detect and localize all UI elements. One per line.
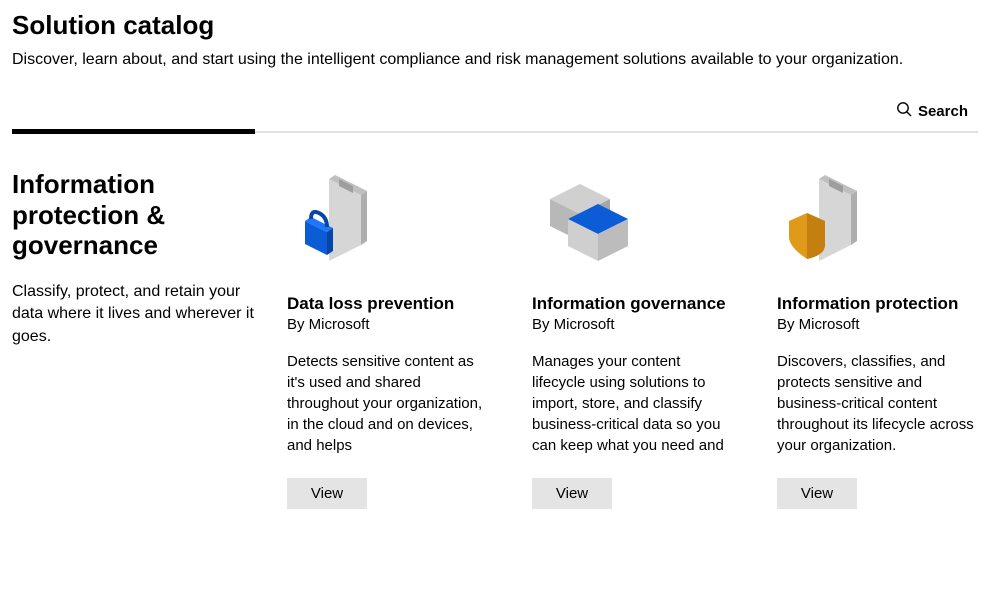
section-row: Information protection & governance Clas… — [12, 169, 978, 509]
section-intro: Information protection & governance Clas… — [12, 169, 257, 348]
section-divider — [12, 131, 978, 133]
toolbar: Search — [12, 97, 978, 131]
section-divider-active — [12, 129, 255, 134]
card-data-loss-prevention: Data loss prevention By Microsoft Detect… — [287, 169, 492, 509]
card-description: Detects sensitive content as it's used a… — [287, 351, 492, 456]
view-button[interactable]: View — [287, 478, 367, 509]
card-information-protection: Information protection By Microsoft Disc… — [777, 169, 982, 509]
card-title: Information governance — [532, 293, 737, 314]
page-subtitle: Discover, learn about, and start using t… — [12, 51, 978, 69]
section-description: Classify, protect, and retain your data … — [12, 281, 257, 348]
view-button[interactable]: View — [532, 478, 612, 509]
card-title: Information protection — [777, 293, 982, 314]
search-button[interactable]: Search — [896, 101, 968, 121]
card-description: Manages your content lifecycle using sol… — [532, 351, 737, 456]
card-publisher: By Microsoft — [287, 316, 492, 333]
view-button[interactable]: View — [777, 478, 857, 509]
boxes-icon — [532, 169, 632, 269]
card-title: Data loss prevention — [287, 293, 492, 314]
clipboard-lock-icon — [287, 169, 387, 269]
search-label: Search — [918, 103, 968, 120]
card-description: Discovers, classifies, and protects sens… — [777, 351, 982, 456]
search-icon — [896, 101, 912, 121]
card-publisher: By Microsoft — [532, 316, 737, 333]
card-publisher: By Microsoft — [777, 316, 982, 333]
section-title: Information protection & governance — [12, 169, 257, 261]
card-information-governance: Information governance By Microsoft Mana… — [532, 169, 737, 509]
clipboard-shield-icon — [777, 169, 877, 269]
page-title: Solution catalog — [12, 10, 978, 41]
cards-row: Data loss prevention By Microsoft Detect… — [287, 169, 982, 509]
